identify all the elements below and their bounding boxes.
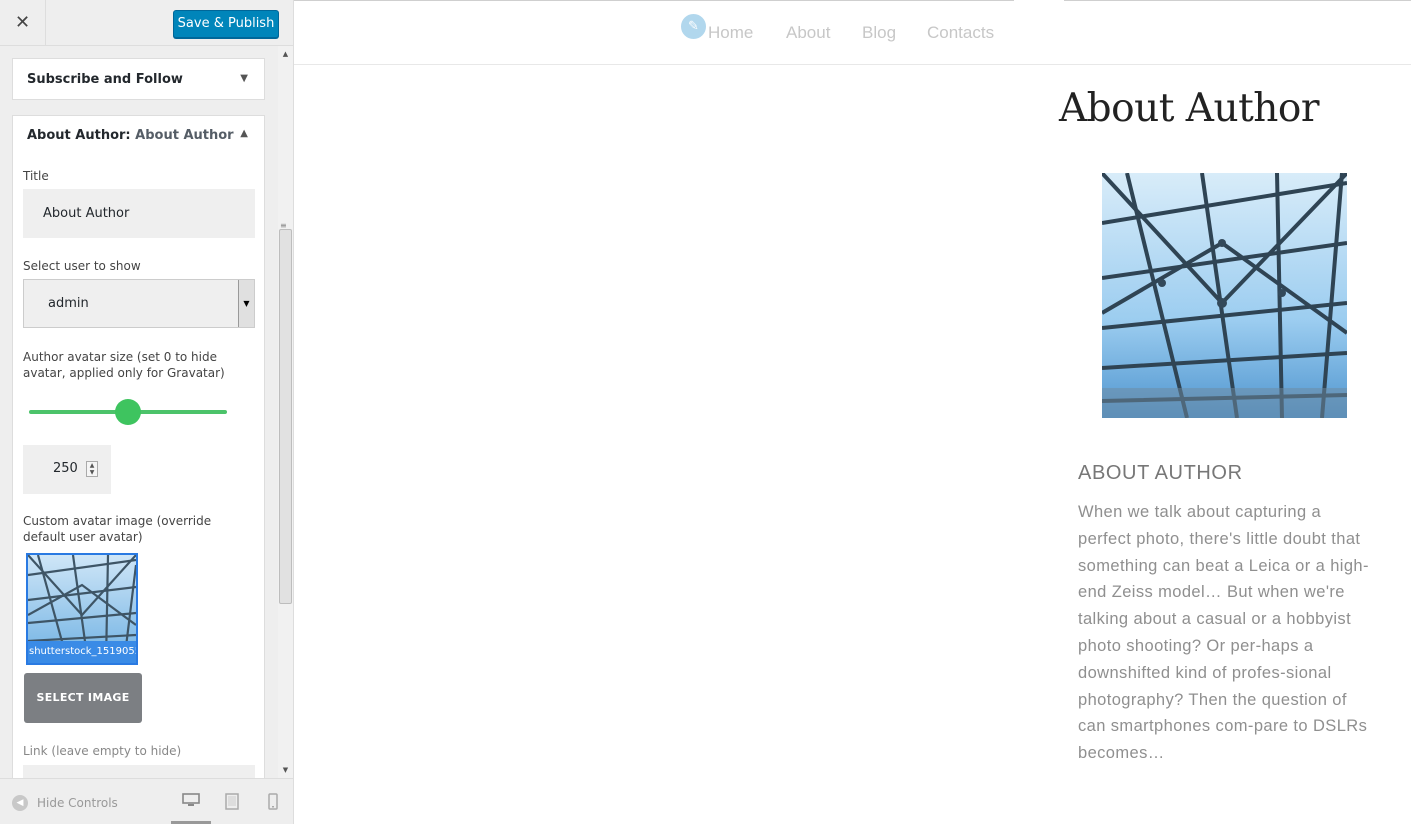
customizer-panel: Subscribe and Follow ▼ About Author: Abo…: [0, 46, 278, 778]
user-select[interactable]: admin ▼: [23, 279, 255, 328]
select-user-label: Select user to show: [23, 259, 141, 273]
avatar-size-input[interactable]: 250 ▲ ▼: [23, 445, 111, 494]
custom-avatar-thumbnail[interactable]: shutterstock_1519055: [26, 553, 138, 665]
site-navigation: ✎ Home About Blog Contacts: [294, 0, 1411, 65]
panel-scrollbar[interactable]: ▲ ≡ ▼: [278, 46, 293, 778]
customizer-sidebar: ✕ Save & Publish Subscribe and Follow ▼ …: [0, 0, 294, 824]
slider-handle[interactable]: [115, 399, 141, 425]
author-bio: When we talk about capturing a perfect p…: [1078, 503, 1369, 763]
divider: [294, 0, 1014, 1]
desktop-icon[interactable]: [182, 793, 200, 807]
user-select-value: admin: [48, 296, 89, 311]
close-icon[interactable]: ✕: [0, 0, 46, 46]
author-name: ABOUT AUTHOR: [1078, 462, 1243, 484]
section-title-sub: About Author: [135, 128, 234, 143]
link-input[interactable]: [23, 765, 255, 778]
grip-icon: ≡: [280, 221, 287, 230]
customizer-footer: ◀ Hide Controls: [0, 778, 293, 824]
save-publish-button[interactable]: Save & Publish: [173, 10, 279, 38]
scrollbar-thumb[interactable]: [279, 229, 292, 604]
widget-settings: Title About Author Select user to show a…: [12, 156, 265, 778]
expand-arrow-icon: ▼: [240, 73, 248, 84]
section-title: About Author: About Author: [27, 128, 234, 143]
customizer-header: ✕ Save & Publish: [0, 0, 293, 46]
glass-roof-image: [1102, 173, 1347, 418]
thumbnail-filename: shutterstock_1519055: [28, 641, 136, 663]
nav-link-about[interactable]: About: [786, 23, 830, 43]
mobile-icon[interactable]: [268, 793, 278, 810]
avatar-size-slider[interactable]: [29, 399, 227, 425]
nav-link-contacts[interactable]: Contacts: [927, 23, 994, 43]
collapse-arrow-icon: ▲: [240, 128, 248, 139]
custom-avatar-label: Custom avatar image (override default us…: [23, 514, 212, 544]
edit-pencil-icon[interactable]: ✎: [679, 12, 708, 41]
link-label: Link (leave empty to hide): [23, 744, 182, 758]
avatar-size-value: 250: [53, 461, 78, 476]
section-title-main: About Author:: [27, 128, 131, 143]
number-spinner-icon[interactable]: ▲ ▼: [86, 461, 98, 477]
collapse-circle-icon: ◀: [12, 795, 28, 811]
title-label: Title: [23, 169, 49, 183]
scroll-down-icon[interactable]: ▼: [278, 762, 293, 778]
divider: [1064, 0, 1411, 1]
nav-link-blog[interactable]: Blog: [862, 23, 896, 43]
section-title: Subscribe and Follow: [27, 72, 183, 87]
title-input[interactable]: About Author: [23, 189, 255, 238]
section-about-author[interactable]: About Author: About Author ▲: [12, 115, 265, 157]
tablet-icon[interactable]: [225, 793, 239, 810]
avatar-size-label: Author avatar size (set 0 to hide avatar…: [23, 350, 225, 380]
widget-heading: About Author: [1059, 86, 1320, 131]
nav-link-home[interactable]: Home: [708, 23, 753, 43]
dropdown-arrow-icon[interactable]: ▼: [238, 280, 254, 327]
hide-controls-button[interactable]: ◀ Hide Controls: [12, 795, 118, 811]
author-avatar-image: [1102, 173, 1347, 418]
hide-controls-label: Hide Controls: [37, 796, 118, 810]
select-image-button[interactable]: SELECT IMAGE: [24, 673, 142, 723]
section-subscribe-follow[interactable]: Subscribe and Follow ▼: [12, 58, 265, 100]
scroll-up-icon[interactable]: ▲: [278, 46, 293, 62]
site-preview: ✎ Home About Blog Contacts About Author: [294, 0, 1411, 824]
